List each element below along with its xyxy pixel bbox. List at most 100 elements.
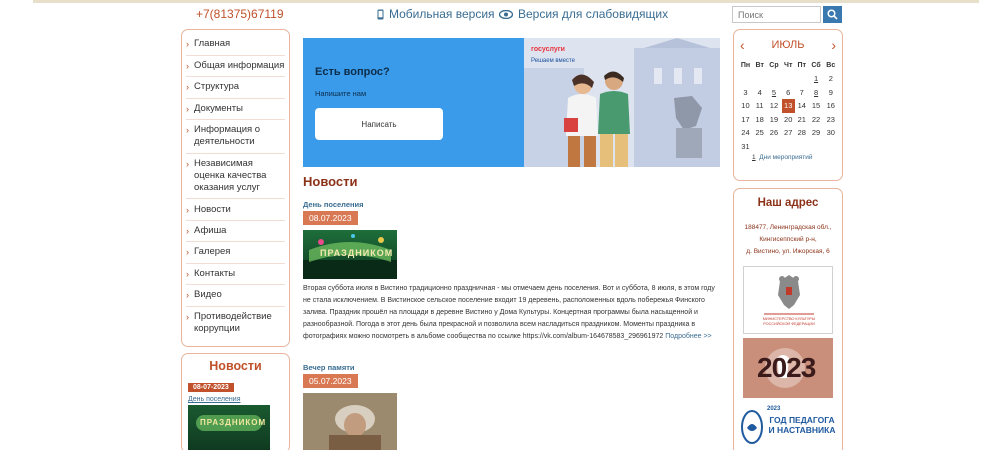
arrow-right-icon: › [186, 312, 189, 322]
calendar-day[interactable]: 11 [753, 99, 767, 113]
calendar-legend-label: Дни мероприятий [759, 154, 813, 161]
address-line: д. Вистино, ул. Ижорская, 6 [746, 248, 830, 255]
calendar-day[interactable]: 8 [809, 86, 824, 100]
calendar-empty-cell [738, 72, 753, 86]
calendar-day[interactable]: 4 [753, 86, 767, 100]
calendar-legend: 1 Дни мероприятий [738, 154, 838, 161]
read-more-link[interactable]: Подробнее >> [665, 333, 711, 340]
calendar-days: 1 2 3 4 5 6 7 8 9 10 11 12 13 14 15 16 17 18 19 20 21 22 23 24 2… [738, 72, 838, 153]
arrow-right-icon: › [186, 125, 189, 135]
gosuslugi-slogan: Решаем вместе [531, 58, 575, 64]
calendar-day[interactable]: 30 [824, 126, 838, 140]
calendar-legend-count: 1 [752, 154, 756, 161]
menu-item-gallery[interactable]: › Галерея [186, 242, 285, 264]
news-item-text: Вторая суббота июля в Вистино традиционн… [303, 283, 719, 343]
calendar-day[interactable]: 5 [766, 86, 781, 100]
menu-item-video[interactable]: › Видео [186, 285, 285, 307]
banner-subtitle: Напишите нам [315, 89, 367, 98]
search-input[interactable] [732, 6, 821, 23]
year-2023-text: 2023 [757, 352, 816, 383]
calendar-day[interactable]: 27 [782, 126, 795, 140]
calendar-day[interactable]: 16 [824, 99, 838, 113]
calendar-day[interactable]: 13 [781, 99, 795, 113]
phone-icon [377, 9, 384, 19]
calendar-weekday: Сб [811, 62, 821, 69]
calendar-empty-cell [824, 140, 838, 154]
year-of-teacher-logo[interactable]: 2023 ГОД ПЕДАГОГА И НАСТАВНИКА [739, 402, 837, 450]
menu-item-news[interactable]: › Новости [186, 199, 285, 221]
year-2023-logo[interactable]: 2023 [743, 338, 833, 398]
eye-icon [499, 9, 513, 19]
menu-item-structure[interactable]: › Структура [186, 77, 285, 99]
calendar-day[interactable]: 17 [738, 113, 753, 127]
gosuslugi-logo: госуслуги [531, 46, 565, 53]
gosuslugi-feedback-banner[interactable]: Есть вопрос? Напишите нам Написать госус… [303, 38, 720, 167]
address-title: Наш адрес [757, 197, 819, 209]
calendar-prev-button[interactable]: ‹ [740, 37, 745, 53]
menu-item-documents[interactable]: › Документы [186, 99, 285, 120]
calendar-day[interactable]: 28 [795, 126, 809, 140]
arrow-right-icon: › [186, 290, 189, 300]
accessibility-version-label: Версия для слабовидящих [518, 7, 669, 21]
calendar-day[interactable]: 22 [809, 113, 824, 127]
calendar-day[interactable]: 29 [809, 126, 824, 140]
calendar-day[interactable]: 12 [766, 99, 781, 113]
events-calendar: ‹ ИЮЛЬ › Пн Вт Ср Чт Пт Сб Вс 1 2 3 4 5 6 7 8 9 10 11 12 1… [733, 29, 843, 181]
accessibility-version-link[interactable]: Версия для слабовидящих [499, 7, 668, 21]
calendar-day[interactable]: 31 [738, 140, 753, 154]
calendar-day[interactable]: 6 [782, 86, 795, 100]
calendar-day[interactable]: 21 [795, 113, 809, 127]
calendar-empty-cell [766, 72, 781, 86]
calendar-weekday: Вс [826, 62, 836, 69]
mobile-version-link[interactable]: Мобильная версия [377, 7, 495, 21]
news-item-title[interactable]: Вечер памяти [303, 363, 355, 372]
calendar-next-button[interactable]: › [831, 37, 836, 53]
news-item-title[interactable]: День поселения [303, 200, 364, 209]
calendar-week: 31 [738, 140, 838, 154]
menu-item-activity-info[interactable]: › Информация о деятельности [186, 120, 285, 154]
calendar-day[interactable]: 20 [782, 113, 795, 127]
menu-item-anti-corruption[interactable]: › Противодействие коррупции [186, 307, 285, 339]
arrow-right-icon: › [186, 247, 189, 257]
search-button[interactable] [823, 6, 842, 23]
menu-item-general-info[interactable]: › Общая информация [186, 56, 285, 77]
mobile-version-label: Мобильная версия [389, 7, 495, 21]
calendar-empty-cell [753, 72, 767, 86]
news-item-image[interactable] [303, 393, 397, 450]
calendar-day[interactable]: 3 [738, 86, 753, 100]
calendar-day[interactable]: 14 [795, 99, 809, 113]
calendar-empty-cell [766, 140, 781, 154]
calendar-day[interactable]: 25 [753, 126, 767, 140]
sidebar-news-link[interactable]: День поселения [188, 396, 283, 403]
arrow-right-icon: › [186, 269, 189, 279]
calendar-day[interactable]: 15 [809, 99, 824, 113]
calendar-day[interactable]: 7 [795, 86, 809, 100]
calendar-day[interactable]: 1 [809, 72, 824, 86]
calendar-day[interactable]: 18 [753, 113, 767, 127]
calendar-month: ИЮЛЬ [771, 39, 805, 51]
news-item-image[interactable]: ПРАЗДНИКОМ [303, 230, 397, 279]
calendar-weekday: Пн [740, 62, 751, 69]
calendar-empty-cell [782, 140, 795, 154]
news-item-date: 08.07.2023 [303, 211, 358, 225]
calendar-day[interactable]: 19 [766, 113, 781, 127]
calendar-day[interactable]: 9 [824, 86, 838, 100]
banner-write-button[interactable]: Написать [315, 108, 443, 140]
banner-left-panel [303, 38, 524, 167]
calendar-day[interactable]: 10 [738, 99, 753, 113]
sidebar-news-widget: Новости 08-07-2023 День поселения ПРАЗДН… [181, 353, 290, 450]
sidebar-news-thumbnail[interactable]: ПРАЗДНИКОМ [188, 405, 270, 450]
calendar-day[interactable]: 23 [824, 113, 838, 127]
calendar-day[interactable]: 2 [824, 72, 838, 86]
calendar-day[interactable]: 24 [738, 126, 753, 140]
menu-item-contacts[interactable]: › Контакты [186, 264, 285, 285]
calendar-empty-cell [782, 72, 795, 86]
calendar-day[interactable]: 26 [766, 126, 781, 140]
menu-item-quality-assessment[interactable]: › Независимая оценка качества оказания ус… [186, 154, 285, 199]
ministry-of-culture-logo[interactable]: МИНИСТЕРСТВО КУЛЬТУРЫ РОССИЙСКОЙ ФЕДЕРАЦ… [743, 266, 833, 334]
phone-number[interactable]: +7(81375)67119 [196, 7, 284, 21]
menu-item-posters[interactable]: › Афиша [186, 221, 285, 242]
menu-item-home[interactable]: › Главная [186, 33, 285, 56]
arrow-right-icon: › [186, 61, 189, 71]
arrow-right-icon: › [186, 159, 189, 169]
